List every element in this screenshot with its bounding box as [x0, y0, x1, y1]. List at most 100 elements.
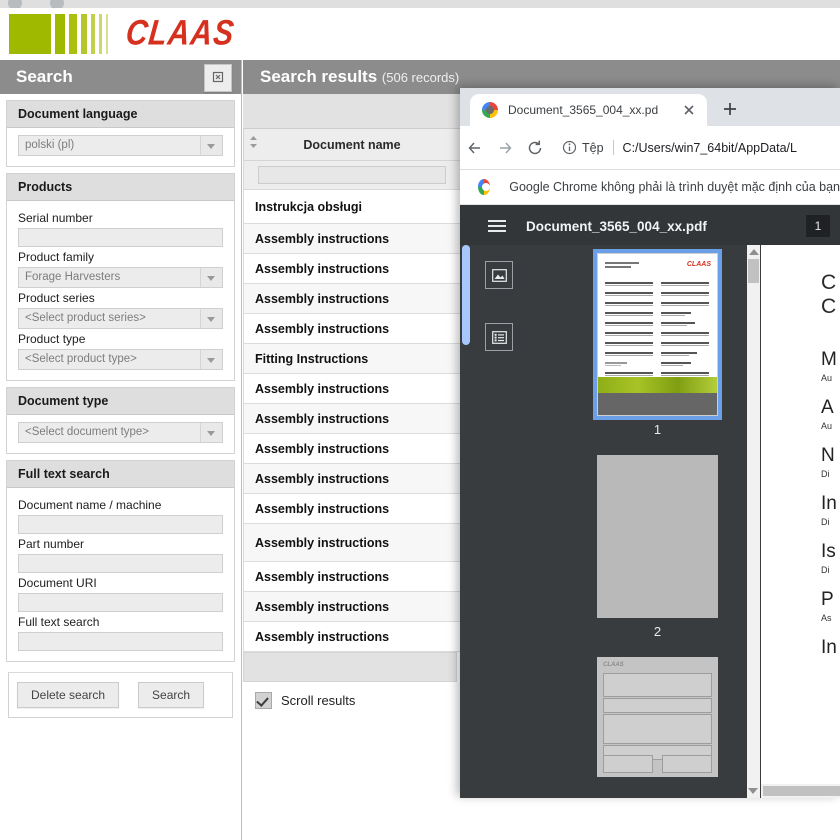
pdf-page-canvas: C C M Au A Au N Di In Di Is Di P As In: [761, 245, 840, 784]
search-panel-header: Search: [0, 60, 241, 94]
hamburger-icon[interactable]: [488, 217, 506, 235]
reload-icon[interactable]: [520, 139, 550, 157]
chevron-down-icon[interactable]: [200, 136, 222, 155]
cell-document-name: Assembly instructions: [243, 493, 461, 524]
thumb3-block-3: [603, 714, 712, 744]
chrome-window: Document_3565_004_xx.pdf Tệp C:/Users/wi…: [460, 88, 840, 798]
thumb-col-right: [661, 282, 709, 376]
product-family-select[interactable]: Forage Harvesters: [18, 267, 223, 288]
document-name-input[interactable]: [18, 515, 223, 534]
logo-bar: [81, 14, 87, 54]
column-header-document-name[interactable]: Document name: [243, 129, 461, 161]
collapse-icon[interactable]: [204, 64, 232, 92]
app-header: CLAAS: [0, 8, 840, 60]
chevron-down-icon[interactable]: [200, 350, 222, 369]
arrow-right-icon[interactable]: [490, 139, 520, 157]
document-name-filter-input[interactable]: [258, 166, 446, 184]
product-family-label: Product family: [18, 250, 95, 264]
claas-wordmark: CLAAS: [124, 13, 237, 53]
pdf-thumbnail-page-3[interactable]: CLAAS: [597, 657, 718, 777]
outline-icon[interactable]: [485, 323, 513, 351]
omnibox-url: C:/Users/win7_64bit/AppData/L: [622, 140, 797, 155]
omnibox-scheme-label: Tệp: [582, 140, 604, 155]
column-header-label: Document name: [303, 137, 401, 152]
results-title-text: Search results: [260, 67, 378, 86]
pdf-page-number[interactable]: 1: [806, 215, 830, 237]
plus-icon[interactable]: [720, 99, 740, 119]
scroll-results-toggle[interactable]: Scroll results: [255, 692, 355, 709]
part-number-input[interactable]: [18, 554, 223, 573]
logo-bar: [55, 14, 65, 54]
logo-bar: [69, 14, 77, 54]
pdf-thumbnail-page-1[interactable]: CLAAS: [593, 249, 722, 420]
full-text-search-input[interactable]: [18, 632, 223, 651]
cell-document-name: Assembly instructions: [243, 523, 461, 562]
logo-bar: [91, 14, 95, 54]
pdf-thumbnail-page-2[interactable]: [597, 455, 718, 618]
group-title: Full text search: [7, 461, 234, 488]
omnibox[interactable]: Tệp C:/Users/win7_64bit/AppData/L: [556, 134, 840, 162]
cell-document-name: Fitting Instructions: [243, 343, 461, 374]
document-uri-input[interactable]: [18, 593, 223, 612]
info-circle-icon[interactable]: [556, 140, 582, 155]
pdf-heading-line-2: C: [821, 295, 837, 319]
group-title: Products: [7, 174, 234, 201]
results-count: (506 records): [381, 70, 460, 85]
pdf-item-title: N: [821, 445, 835, 467]
search-button[interactable]: Search: [138, 682, 205, 708]
product-type-value: <Select product type>: [25, 353, 137, 365]
product-series-value: <Select product series>: [25, 312, 146, 324]
chrome-default-browser-infobar: Google Chrome không phải là trình duyệt …: [460, 170, 840, 205]
chrome-omnibar: Tệp C:/Users/win7_64bit/AppData/L: [460, 126, 840, 170]
chevron-down-icon[interactable]: [200, 423, 222, 442]
close-icon[interactable]: [681, 102, 697, 118]
claas-logo: CLAAS: [9, 13, 237, 54]
group-body: Serial number Product family Forage Harv…: [7, 201, 234, 380]
scroll-down-icon[interactable]: [748, 788, 758, 794]
pdf-item-title: In: [821, 493, 837, 515]
product-series-select[interactable]: <Select product series>: [18, 308, 223, 329]
chevron-down-icon[interactable]: [200, 268, 222, 287]
pdf-thumbnail-scrollbar[interactable]: [747, 245, 760, 798]
product-type-select[interactable]: <Select product type>: [18, 349, 223, 370]
thumbnails-icon[interactable]: [485, 261, 513, 289]
product-series-label: Product series: [18, 291, 95, 305]
pdf-left-scrollbar-thumb[interactable]: [462, 245, 470, 345]
pdf-item-title: P: [821, 589, 834, 611]
document-language-select[interactable]: polski (pl): [18, 135, 223, 156]
sort-icon[interactable]: [249, 134, 258, 153]
chrome-tab[interactable]: Document_3565_004_xx.pdf: [470, 94, 707, 126]
pdf-item-sub: Di: [821, 565, 830, 576]
scroll-results-checkbox[interactable]: [255, 692, 272, 709]
pdf-item-sub: Au: [821, 373, 833, 384]
document-type-value: <Select document type>: [25, 426, 150, 438]
search-actions: Delete search Search: [8, 672, 233, 718]
scrollbar-thumb[interactable]: [763, 786, 840, 796]
pdf-heading-line-1: C: [821, 271, 837, 294]
thumb-green-band: [598, 377, 717, 393]
arrow-left-icon[interactable]: [460, 139, 490, 157]
thumb3-claas-logo: CLAAS: [603, 662, 624, 668]
chrome-tab-title: Document_3565_004_xx.pdf: [508, 103, 658, 117]
thumb-claas-logo: CLAAS: [686, 261, 711, 268]
document-type-select[interactable]: <Select document type>: [18, 422, 223, 443]
document-language-value: polski (pl): [25, 139, 75, 151]
chevron-down-icon[interactable]: [200, 309, 222, 328]
group-body: Document name / machine Part number Docu…: [7, 488, 234, 661]
serial-number-label: Serial number: [18, 211, 93, 225]
pdf-item-sub: Di: [821, 469, 830, 480]
filter-cell-document-name: [243, 160, 461, 190]
serial-number-input[interactable]: [18, 228, 223, 247]
scrollbar-thumb[interactable]: [748, 259, 759, 283]
delete-search-button[interactable]: Delete search: [17, 682, 120, 708]
pdf-sidebar-rail: [485, 261, 513, 385]
group-full-text-search: Full text search Document name / machine…: [6, 460, 235, 662]
group-title: Document language: [7, 101, 234, 128]
cell-document-name: Assembly instructions: [243, 403, 461, 434]
cell-document-name: Assembly instructions: [243, 561, 461, 592]
thumb3-block-2: [603, 698, 712, 713]
thumb-footer-band: [598, 393, 717, 415]
pdf-horizontal-scrollbar[interactable]: [761, 784, 840, 798]
scroll-up-icon[interactable]: [748, 249, 759, 255]
group-title: Document type: [7, 388, 234, 415]
